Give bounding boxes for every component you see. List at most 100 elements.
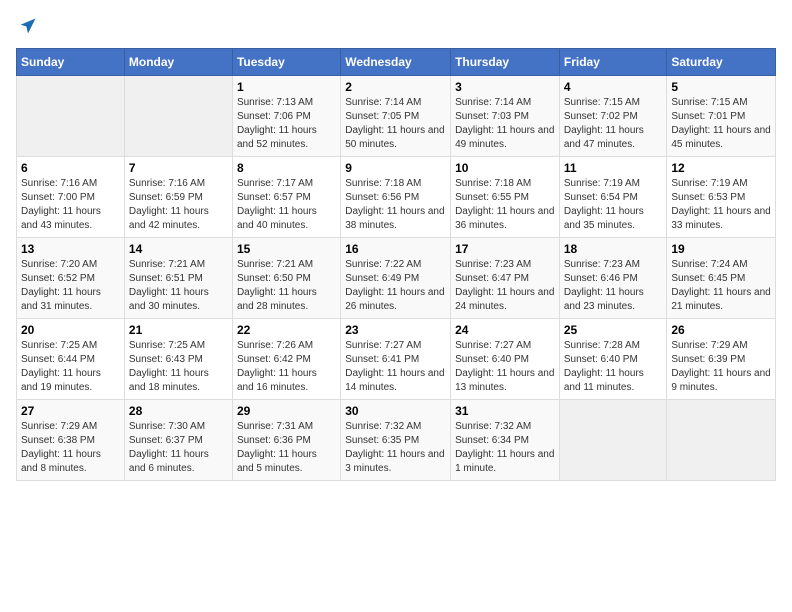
cell-info: Sunrise: 7:31 AM Sunset: 6:36 PM Dayligh…	[237, 420, 336, 476]
day-number: 16	[345, 242, 446, 256]
sunset-text: Sunset: 6:38 PM	[21, 435, 95, 446]
calendar-cell: 25 Sunrise: 7:28 AM Sunset: 6:40 PM Dayl…	[559, 319, 667, 400]
cell-info: Sunrise: 7:23 AM Sunset: 6:47 PM Dayligh…	[455, 258, 555, 314]
cell-info: Sunrise: 7:32 AM Sunset: 6:34 PM Dayligh…	[455, 420, 555, 476]
calendar-cell: 1 Sunrise: 7:13 AM Sunset: 7:06 PM Dayli…	[232, 76, 340, 157]
sunset-text: Sunset: 6:34 PM	[455, 435, 529, 446]
header-saturday: Saturday	[667, 49, 776, 76]
day-number: 15	[237, 242, 336, 256]
sunset-text: Sunset: 6:40 PM	[455, 354, 529, 365]
sunset-text: Sunset: 6:44 PM	[21, 354, 95, 365]
sunset-text: Sunset: 6:57 PM	[237, 192, 311, 203]
sunrise-text: Sunrise: 7:25 AM	[129, 340, 205, 351]
daylight-text: Daylight: 11 hours and 21 minutes.	[671, 287, 770, 312]
day-number: 22	[237, 323, 336, 337]
sunset-text: Sunset: 6:45 PM	[671, 273, 745, 284]
daylight-text: Daylight: 11 hours and 33 minutes.	[671, 206, 770, 231]
calendar-cell: 11 Sunrise: 7:19 AM Sunset: 6:54 PM Dayl…	[559, 157, 667, 238]
day-number: 6	[21, 161, 120, 175]
day-number: 4	[564, 80, 663, 94]
cell-info: Sunrise: 7:21 AM Sunset: 6:50 PM Dayligh…	[237, 258, 336, 314]
daylight-text: Daylight: 11 hours and 13 minutes.	[455, 368, 554, 393]
daylight-text: Daylight: 11 hours and 5 minutes.	[237, 449, 317, 474]
calendar-week-row: 20 Sunrise: 7:25 AM Sunset: 6:44 PM Dayl…	[17, 319, 776, 400]
sunrise-text: Sunrise: 7:19 AM	[671, 178, 747, 189]
cell-info: Sunrise: 7:19 AM Sunset: 6:53 PM Dayligh…	[671, 177, 771, 233]
cell-info: Sunrise: 7:17 AM Sunset: 6:57 PM Dayligh…	[237, 177, 336, 233]
sunrise-text: Sunrise: 7:19 AM	[564, 178, 640, 189]
cell-info: Sunrise: 7:29 AM Sunset: 6:38 PM Dayligh…	[21, 420, 120, 476]
sunrise-text: Sunrise: 7:23 AM	[455, 259, 531, 270]
day-number: 20	[21, 323, 120, 337]
calendar-cell: 13 Sunrise: 7:20 AM Sunset: 6:52 PM Dayl…	[17, 238, 125, 319]
day-number: 30	[345, 404, 446, 418]
calendar-cell: 4 Sunrise: 7:15 AM Sunset: 7:02 PM Dayli…	[559, 76, 667, 157]
daylight-text: Daylight: 11 hours and 8 minutes.	[21, 449, 101, 474]
day-number: 2	[345, 80, 446, 94]
cell-info: Sunrise: 7:22 AM Sunset: 6:49 PM Dayligh…	[345, 258, 446, 314]
day-number: 5	[671, 80, 771, 94]
sunrise-text: Sunrise: 7:28 AM	[564, 340, 640, 351]
calendar-week-row: 27 Sunrise: 7:29 AM Sunset: 6:38 PM Dayl…	[17, 400, 776, 481]
calendar-week-row: 6 Sunrise: 7:16 AM Sunset: 7:00 PM Dayli…	[17, 157, 776, 238]
cell-info: Sunrise: 7:15 AM Sunset: 7:01 PM Dayligh…	[671, 96, 771, 152]
sunrise-text: Sunrise: 7:29 AM	[21, 421, 97, 432]
logo-bird-icon	[18, 16, 38, 36]
calendar-cell: 12 Sunrise: 7:19 AM Sunset: 6:53 PM Dayl…	[667, 157, 776, 238]
calendar-cell: 24 Sunrise: 7:27 AM Sunset: 6:40 PM Dayl…	[451, 319, 560, 400]
day-number: 17	[455, 242, 555, 256]
sunset-text: Sunset: 6:47 PM	[455, 273, 529, 284]
sunset-text: Sunset: 6:43 PM	[129, 354, 203, 365]
cell-info: Sunrise: 7:15 AM Sunset: 7:02 PM Dayligh…	[564, 96, 663, 152]
sunrise-text: Sunrise: 7:14 AM	[455, 97, 531, 108]
sunrise-text: Sunrise: 7:21 AM	[129, 259, 205, 270]
calendar-cell: 28 Sunrise: 7:30 AM Sunset: 6:37 PM Dayl…	[124, 400, 232, 481]
calendar-cell	[559, 400, 667, 481]
calendar-cell: 14 Sunrise: 7:21 AM Sunset: 6:51 PM Dayl…	[124, 238, 232, 319]
sunset-text: Sunset: 6:37 PM	[129, 435, 203, 446]
day-number: 29	[237, 404, 336, 418]
calendar-cell: 9 Sunrise: 7:18 AM Sunset: 6:56 PM Dayli…	[341, 157, 451, 238]
calendar-cell: 29 Sunrise: 7:31 AM Sunset: 6:36 PM Dayl…	[232, 400, 340, 481]
sunset-text: Sunset: 7:00 PM	[21, 192, 95, 203]
calendar-cell: 8 Sunrise: 7:17 AM Sunset: 6:57 PM Dayli…	[232, 157, 340, 238]
cell-info: Sunrise: 7:16 AM Sunset: 7:00 PM Dayligh…	[21, 177, 120, 233]
day-number: 8	[237, 161, 336, 175]
daylight-text: Daylight: 11 hours and 38 minutes.	[345, 206, 444, 231]
cell-info: Sunrise: 7:14 AM Sunset: 7:03 PM Dayligh…	[455, 96, 555, 152]
day-number: 19	[671, 242, 771, 256]
cell-info: Sunrise: 7:24 AM Sunset: 6:45 PM Dayligh…	[671, 258, 771, 314]
day-number: 26	[671, 323, 771, 337]
calendar-week-row: 13 Sunrise: 7:20 AM Sunset: 6:52 PM Dayl…	[17, 238, 776, 319]
sunset-text: Sunset: 7:01 PM	[671, 111, 745, 122]
day-number: 12	[671, 161, 771, 175]
cell-info: Sunrise: 7:28 AM Sunset: 6:40 PM Dayligh…	[564, 339, 663, 395]
cell-info: Sunrise: 7:30 AM Sunset: 6:37 PM Dayligh…	[129, 420, 228, 476]
day-number: 31	[455, 404, 555, 418]
sunrise-text: Sunrise: 7:15 AM	[671, 97, 747, 108]
cell-info: Sunrise: 7:25 AM Sunset: 6:44 PM Dayligh…	[21, 339, 120, 395]
daylight-text: Daylight: 11 hours and 40 minutes.	[237, 206, 317, 231]
sunrise-text: Sunrise: 7:18 AM	[455, 178, 531, 189]
daylight-text: Daylight: 11 hours and 45 minutes.	[671, 125, 770, 150]
sunrise-text: Sunrise: 7:31 AM	[237, 421, 313, 432]
daylight-text: Daylight: 11 hours and 35 minutes.	[564, 206, 644, 231]
daylight-text: Daylight: 11 hours and 26 minutes.	[345, 287, 444, 312]
day-number: 7	[129, 161, 228, 175]
sunrise-text: Sunrise: 7:30 AM	[129, 421, 205, 432]
calendar-cell	[17, 76, 125, 157]
cell-info: Sunrise: 7:13 AM Sunset: 7:06 PM Dayligh…	[237, 96, 336, 152]
calendar-cell: 20 Sunrise: 7:25 AM Sunset: 6:44 PM Dayl…	[17, 319, 125, 400]
calendar-cell: 10 Sunrise: 7:18 AM Sunset: 6:55 PM Dayl…	[451, 157, 560, 238]
calendar-week-row: 1 Sunrise: 7:13 AM Sunset: 7:06 PM Dayli…	[17, 76, 776, 157]
cell-info: Sunrise: 7:27 AM Sunset: 6:40 PM Dayligh…	[455, 339, 555, 395]
calendar-cell: 3 Sunrise: 7:14 AM Sunset: 7:03 PM Dayli…	[451, 76, 560, 157]
calendar-cell	[667, 400, 776, 481]
calendar-cell: 16 Sunrise: 7:22 AM Sunset: 6:49 PM Dayl…	[341, 238, 451, 319]
header-thursday: Thursday	[451, 49, 560, 76]
day-number: 1	[237, 80, 336, 94]
calendar-cell: 2 Sunrise: 7:14 AM Sunset: 7:05 PM Dayli…	[341, 76, 451, 157]
daylight-text: Daylight: 11 hours and 19 minutes.	[21, 368, 101, 393]
daylight-text: Daylight: 11 hours and 49 minutes.	[455, 125, 554, 150]
sunset-text: Sunset: 6:42 PM	[237, 354, 311, 365]
